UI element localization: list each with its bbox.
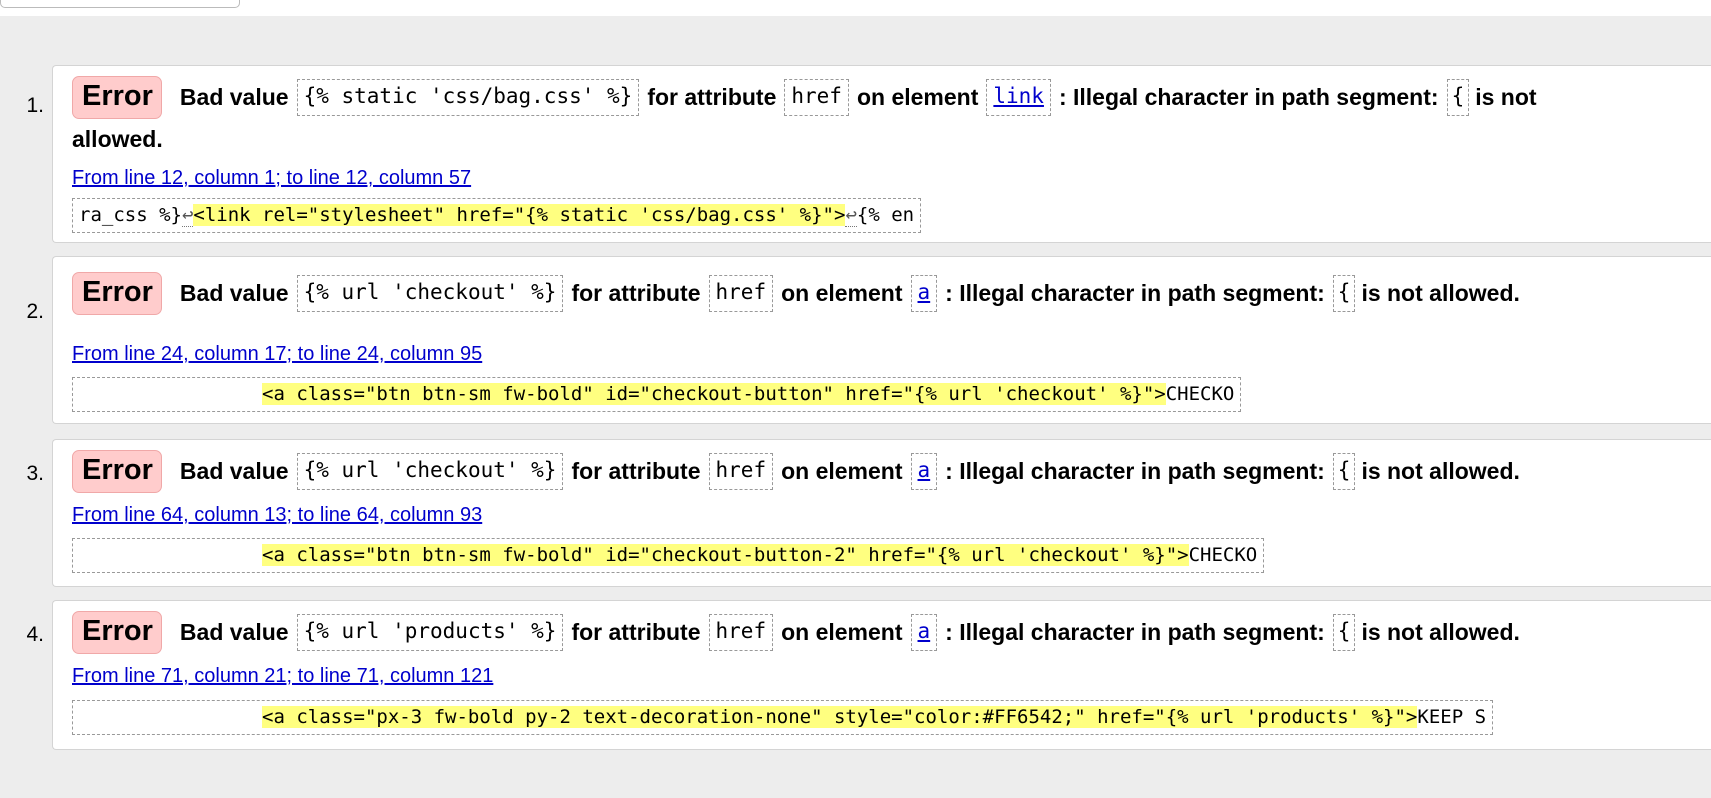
message-number: 1. (26, 94, 44, 117)
message-on-element: on element (781, 280, 903, 307)
error-message: Error Bad value {% url 'products' %} for… (52, 600, 1711, 750)
message-reason: : Illegal character in path segment: (945, 280, 1325, 307)
message-suffix: is not (1475, 84, 1537, 111)
extract-highlight: <a class="btn btn-sm fw-bold" id="checko… (262, 544, 1189, 566)
extract-after: CHECKO (1165, 383, 1235, 405)
source-location-link[interactable]: From line 24, column 17; to line 24, col… (72, 343, 482, 366)
illegal-char-code: { (1332, 614, 1356, 652)
message-suffix: is not allowed. (1361, 280, 1520, 307)
message-for-attribute: for attribute (571, 619, 701, 646)
message-reason: : Illegal character in path segment: (945, 619, 1325, 646)
message-number: 2. (26, 300, 44, 323)
source-location-link[interactable]: From line 64, column 13; to line 64, col… (72, 504, 482, 527)
illegal-char-code: { (1446, 79, 1470, 117)
bad-value-code: {% url 'checkout' %} (296, 453, 564, 491)
message-reason: : Illegal character in path segment: (1058, 84, 1439, 111)
extract-before (79, 706, 262, 728)
code-extract: <a class="px-3 fw-bold py-2 text-decorat… (72, 700, 1494, 735)
message-reason: : Illegal character in path segment: (945, 458, 1325, 485)
element-name-link[interactable]: a (910, 614, 938, 652)
message-suffix: is not allowed. (1361, 619, 1520, 646)
attribute-name-code: href (708, 453, 774, 491)
element-name-link[interactable]: a (910, 453, 938, 491)
message-suffix-wrapped: allowed. (72, 126, 163, 152)
message-for-attribute: for attribute (571, 458, 701, 485)
line-break-icon: ↩ (181, 204, 194, 227)
code-extract: <a class="btn btn-sm fw-bold" id="checko… (72, 538, 1265, 573)
top-button[interactable] (0, 0, 240, 8)
extract-highlight: <a class="btn btn-sm fw-bold" id="checko… (262, 383, 1166, 405)
extract-highlight: <a class="px-3 fw-bold py-2 text-decorat… (262, 706, 1418, 728)
message-number: 4. (26, 623, 44, 646)
message-for-attribute: for attribute (647, 84, 777, 111)
illegal-char-code: { (1332, 453, 1356, 491)
error-badge: Error (72, 76, 162, 120)
attribute-name-code: href (784, 79, 849, 117)
message-prefix: Bad value (179, 280, 289, 307)
message-on-element: on element (781, 458, 903, 485)
attribute-name-code: href (708, 614, 774, 652)
message-for-attribute: for attribute (571, 280, 701, 307)
message-number: 3. (26, 462, 44, 485)
illegal-char-code: { (1332, 275, 1356, 313)
extract-after: {% en (856, 204, 915, 226)
error-message: Error Bad value {% static 'css/bag.css' … (52, 65, 1711, 243)
message-prefix: Bad value (179, 458, 289, 485)
error-message: Error Bad value {% url 'checkout' %} for… (52, 439, 1711, 587)
extract-before (79, 544, 262, 566)
top-strip (0, 0, 1711, 16)
element-name-link[interactable]: link (986, 79, 1051, 117)
extract-highlight: <link rel="stylesheet" href="{% static '… (193, 204, 846, 226)
source-location-link[interactable]: From line 71, column 21; to line 71, col… (72, 665, 493, 688)
error-badge: Error (72, 611, 162, 655)
code-extract: ra_css %}↩<link rel="stylesheet" href="{… (72, 198, 922, 233)
bad-value-code: {% static 'css/bag.css' %} (296, 79, 640, 117)
source-location-link[interactable]: From line 12, column 1; to line 12, colu… (72, 167, 471, 190)
message-suffix: is not allowed. (1361, 458, 1520, 485)
extract-after: CHECKO (1188, 544, 1258, 566)
code-extract: <a class="btn btn-sm fw-bold" id="checko… (72, 377, 1242, 412)
error-badge: Error (72, 450, 162, 494)
bad-value-code: {% url 'products' %} (296, 614, 564, 652)
message-on-element: on element (781, 619, 903, 646)
message-prefix: Bad value (179, 619, 289, 646)
message-prefix: Bad value (179, 84, 289, 111)
bad-value-code: {% url 'checkout' %} (296, 275, 564, 313)
attribute-name-code: href (708, 275, 774, 313)
extract-before: ra_css %} (79, 204, 182, 226)
extract-before (79, 383, 262, 405)
message-on-element: on element (856, 84, 979, 111)
extract-after: KEEP S (1417, 706, 1487, 728)
error-badge: Error (72, 272, 162, 316)
element-name-link[interactable]: a (910, 275, 938, 313)
line-break-icon: ↩ (845, 204, 857, 227)
error-message: Error Bad value {% url 'checkout' %} for… (52, 256, 1711, 424)
